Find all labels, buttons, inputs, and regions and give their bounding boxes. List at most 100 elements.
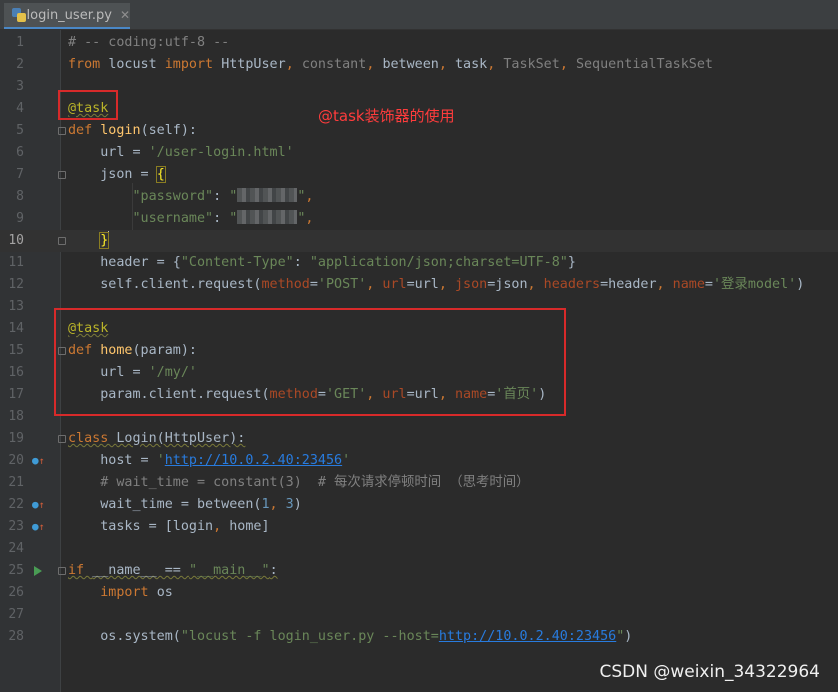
code-text: url = '/user-login.html' <box>68 142 294 164</box>
line-number: 28 <box>8 629 24 644</box>
code-token: home] <box>229 519 270 534</box>
code-line[interactable]: 22 wait_time = between(1, 3) <box>0 494 838 516</box>
line-number: 14 <box>8 321 24 336</box>
line-number: 26 <box>8 585 24 600</box>
code-token: 3 <box>285 497 294 512</box>
line-number: 9 <box>16 211 24 226</box>
code-token: constant <box>301 57 367 72</box>
code-line[interactable]: 8 "password": " ", <box>0 186 838 208</box>
code-token: = <box>704 277 713 292</box>
code-line[interactable]: 7 json = { <box>0 164 838 186</box>
code-line[interactable]: 12 self.client.request(method='POST', ur… <box>0 274 838 296</box>
code-text: if __name__ == "__main__": <box>68 560 278 582</box>
code-token: , <box>559 57 576 72</box>
code-token: ' <box>156 453 165 468</box>
code-token: host = <box>68 453 157 468</box>
code-token: : <box>269 563 278 578</box>
code-line[interactable]: 1 # -- coding:utf-8 -- <box>0 32 838 54</box>
code-line[interactable]: 25 if __name__ == "__main__": <box>0 560 838 582</box>
editor-tab-bar: login_user.py ✕ <box>0 0 838 30</box>
fold-toggle-icon[interactable] <box>58 127 66 135</box>
code-token: (self): <box>140 123 197 138</box>
override-marker-icon[interactable]: ●↑ <box>32 494 45 517</box>
run-icon[interactable] <box>34 566 42 576</box>
line-number: 4 <box>16 101 24 116</box>
code-token: HttpUser <box>221 57 286 72</box>
code-token: "locust -f login_user.py --host= <box>180 629 439 644</box>
code-token: : <box>293 255 310 270</box>
code-line[interactable]: 28 os.system("locust -f login_user.py --… <box>0 626 838 648</box>
line-number: 24 <box>8 541 24 556</box>
code-token: = <box>309 277 318 292</box>
code-token: login <box>100 123 141 138</box>
text-caret <box>108 231 110 247</box>
code-text: class Login(HttpUser): <box>68 428 245 450</box>
fold-toggle-icon[interactable] <box>58 171 66 179</box>
code-line[interactable]: 10 } <box>0 230 838 252</box>
code-token: class <box>68 431 117 446</box>
code-token: name <box>672 277 705 292</box>
code-text: } <box>68 230 110 252</box>
code-token: ) <box>293 497 302 512</box>
code-token: , <box>438 57 455 72</box>
line-number: 5 <box>16 123 24 138</box>
code-token: " <box>229 211 238 226</box>
code-line[interactable]: 3 <box>0 76 838 98</box>
code-line[interactable]: 19 class Login(HttpUser): <box>0 428 838 450</box>
code-token: wait_time = between( <box>68 497 262 512</box>
code-text: header = {"Content-Type": "application/j… <box>68 252 576 274</box>
code-line[interactable]: 23 tasks = [login, home] <box>0 516 838 538</box>
code-token: os.system( <box>68 629 181 644</box>
code-line[interactable]: 9 "username": " ", <box>0 208 838 230</box>
code-token: '登录model' <box>712 277 797 292</box>
close-tab-icon[interactable]: ✕ <box>120 8 130 22</box>
fold-toggle-icon[interactable] <box>58 567 66 575</box>
code-text: # -- coding:utf-8 -- <box>68 32 229 54</box>
override-marker-icon[interactable]: ●↑ <box>32 516 45 539</box>
code-token: , <box>285 57 302 72</box>
code-token: "Content-Type" <box>180 255 294 270</box>
code-token: json = <box>68 167 157 182</box>
line-number: 6 <box>16 145 24 160</box>
line-number: 16 <box>8 365 24 380</box>
highlight-box-home-task <box>54 308 566 416</box>
code-token: "application/json;charset=UTF-8" <box>309 255 568 270</box>
fold-toggle-icon[interactable] <box>58 435 66 443</box>
tab-label: login_user.py <box>26 7 112 23</box>
code-token: : <box>213 211 230 226</box>
code-token: 'POST' <box>317 277 367 292</box>
line-number: 8 <box>16 189 24 204</box>
code-token: locust <box>108 57 165 72</box>
code-line[interactable]: 26 import os <box>0 582 838 604</box>
code-token: os <box>156 585 173 600</box>
code-token: headers <box>543 277 601 292</box>
fold-toggle-icon[interactable] <box>58 237 66 245</box>
code-token: json <box>454 277 488 292</box>
code-token: if <box>68 563 93 578</box>
line-number: 27 <box>8 607 24 622</box>
override-marker-icon[interactable]: ●↑ <box>32 450 45 473</box>
line-number: 20 <box>8 453 24 468</box>
line-number: 17 <box>8 387 24 402</box>
code-token: , <box>213 519 230 534</box>
line-number: 21 <box>8 475 24 490</box>
code-token: } <box>567 255 576 270</box>
line-number: 19 <box>8 431 24 446</box>
code-token: import <box>164 57 222 72</box>
code-line[interactable]: 20 host = 'http://10.0.2.40:23456' <box>0 450 838 472</box>
line-number: 12 <box>8 277 24 292</box>
code-line[interactable]: 6 url = '/user-login.html' <box>0 142 838 164</box>
code-token: from <box>68 57 109 72</box>
code-token: , <box>305 189 314 204</box>
code-line[interactable]: 2 from locust import HttpUser, constant, … <box>0 54 838 76</box>
line-number: 25 <box>8 563 24 578</box>
code-line[interactable]: 24 <box>0 538 838 560</box>
code-token: , <box>438 277 455 292</box>
tab-login-user-py[interactable]: login_user.py ✕ <box>4 3 130 29</box>
code-line[interactable]: 21 # wait_time = constant(3) # 每次请求停顿时间 … <box>0 472 838 494</box>
code-token: } <box>99 232 110 249</box>
code-line[interactable]: 11 header = {"Content-Type": "applicatio… <box>0 252 838 274</box>
code-line[interactable]: 27 <box>0 604 838 626</box>
